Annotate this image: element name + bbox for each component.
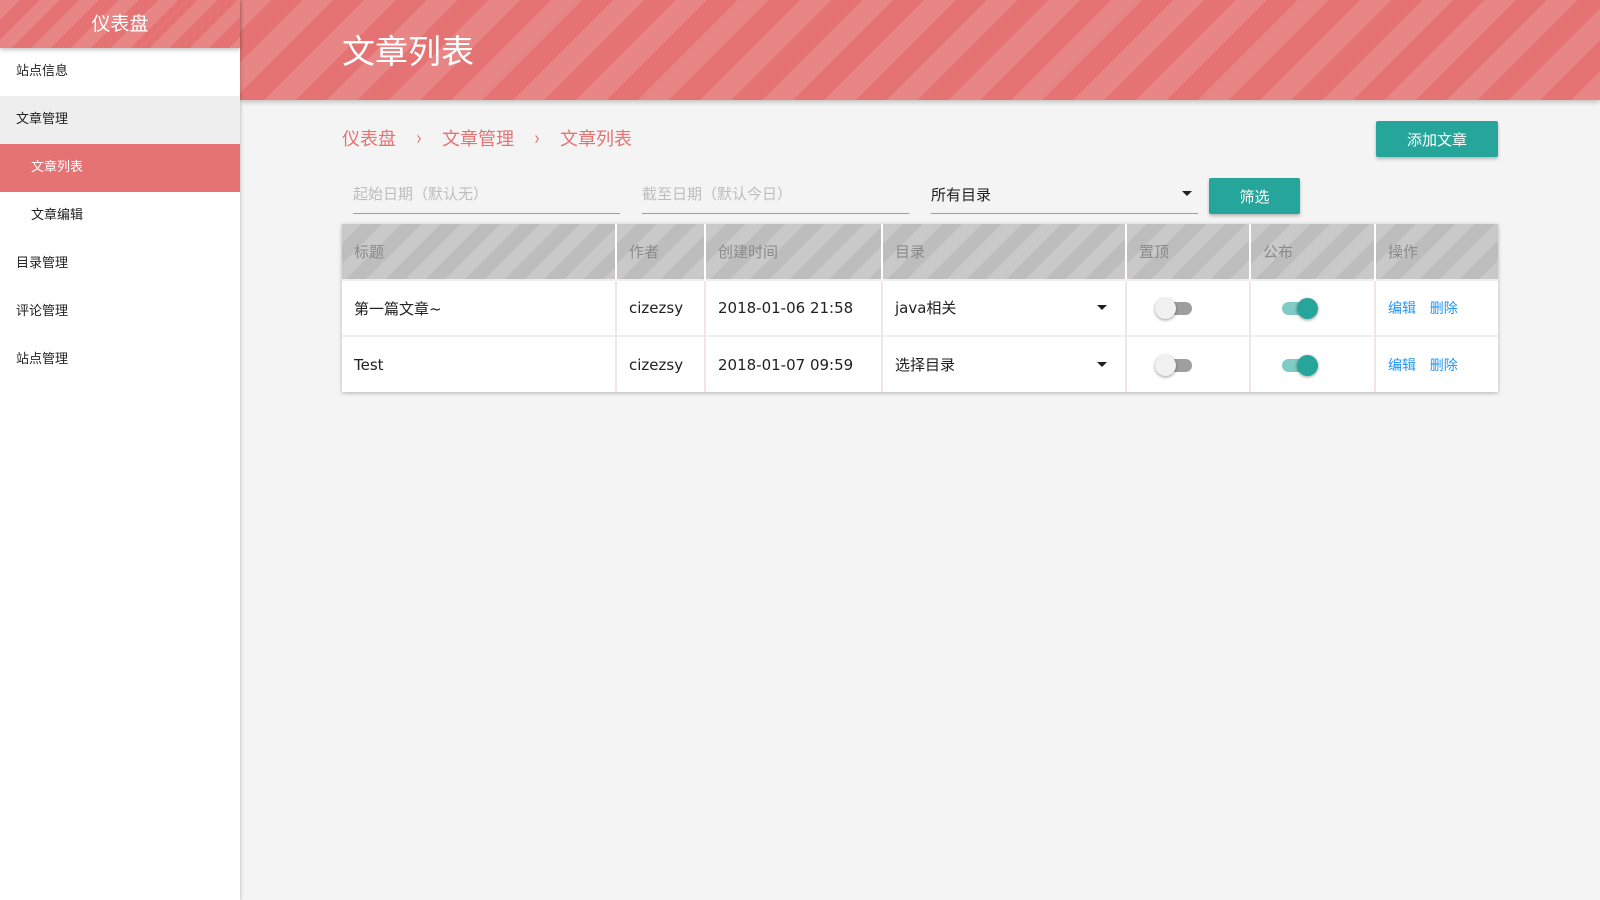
breadcrumb-article-list[interactable]: 文章列表 — [560, 125, 632, 151]
row-category-select[interactable]: 选择目录 — [895, 353, 1125, 377]
breadcrumb-article-management[interactable]: 文章管理 — [442, 125, 514, 151]
delete-link[interactable]: 删除 — [1430, 358, 1458, 374]
caret-down-icon — [1097, 305, 1107, 310]
sidebar: 仪表盘 站点信息 文章管理 文章列表 文章编辑 目录管理 评论管理 站点管理 — [0, 0, 240, 900]
breadcrumb: 仪表盘 › 文章管理 › 文章列表 — [342, 124, 632, 152]
sidebar-item-category-management[interactable]: 目录管理 — [0, 240, 240, 288]
delete-link[interactable]: 删除 — [1430, 301, 1458, 317]
pin-toggle[interactable] — [1155, 353, 1193, 377]
cell-author: cizezsy — [616, 335, 706, 392]
sidebar-item-article-management[interactable]: 文章管理 — [0, 96, 240, 144]
start-date-input[interactable] — [353, 176, 620, 212]
column-header-pinned: 置顶 — [1126, 224, 1251, 280]
publish-toggle[interactable] — [1279, 353, 1318, 377]
cell-category: 选择目录 — [882, 335, 1127, 392]
cell-pinned — [1126, 335, 1251, 392]
page-title: 文章列表 — [342, 32, 474, 71]
column-header-author: 作者 — [616, 224, 706, 280]
edit-link[interactable]: 编辑 — [1388, 358, 1416, 374]
publish-toggle[interactable] — [1279, 296, 1318, 320]
column-header-created: 创建时间 — [705, 224, 883, 280]
toggle-thumb — [1155, 298, 1176, 319]
cell-category: java相关 — [882, 279, 1127, 336]
pin-toggle[interactable] — [1155, 296, 1193, 320]
toggle-thumb — [1297, 354, 1318, 376]
cell-created: 2018-01-07 09:59 — [705, 335, 883, 392]
end-date-input[interactable] — [642, 176, 909, 212]
toggle-thumb — [1297, 298, 1318, 319]
row-category-value: java相关 — [895, 299, 957, 317]
edit-link[interactable]: 编辑 — [1388, 301, 1416, 317]
breadcrumb-dashboard[interactable]: 仪表盘 — [342, 125, 396, 151]
caret-down-icon — [1097, 361, 1107, 367]
cell-published — [1250, 335, 1376, 392]
sidebar-item-article-edit[interactable]: 文章编辑 — [0, 192, 240, 240]
caret-down-icon — [1182, 191, 1192, 196]
chevron-right-icon: › — [534, 126, 540, 150]
sidebar-title[interactable]: 仪表盘 — [0, 0, 240, 48]
category-select[interactable]: 所有目录 — [931, 176, 1198, 214]
cell-title: Test — [342, 335, 617, 392]
cell-author: cizezsy — [616, 279, 706, 336]
column-header-published: 公布 — [1250, 224, 1376, 280]
sidebar-item-comment-management[interactable]: 评论管理 — [0, 288, 240, 336]
column-header-category: 目录 — [882, 224, 1127, 280]
column-header-title: 标题 — [342, 224, 617, 280]
chevron-right-icon: › — [416, 126, 422, 150]
table-row: 第一篇文章~ cizezsy 2018-01-06 21:58 java相关 编… — [342, 279, 1498, 336]
filter-button[interactable]: 筛选 — [1209, 178, 1300, 214]
header-banner: 文章列表 — [240, 0, 1600, 100]
cell-title: 第一篇文章~ — [342, 279, 617, 336]
sidebar-item-article-list[interactable]: 文章列表 — [0, 144, 240, 192]
table-row: Test cizezsy 2018-01-07 09:59 选择目录 编辑 删除 — [342, 335, 1498, 392]
row-category-select[interactable]: java相关 — [895, 296, 1125, 320]
add-article-button[interactable]: 添加文章 — [1376, 121, 1498, 157]
cell-created: 2018-01-06 21:58 — [705, 279, 883, 336]
column-header-actions: 操作 — [1375, 224, 1498, 280]
cell-actions: 编辑 删除 — [1375, 279, 1498, 336]
cell-published — [1250, 279, 1376, 336]
sidebar-item-site-management[interactable]: 站点管理 — [0, 336, 240, 384]
row-category-value: 选择目录 — [895, 355, 956, 374]
end-date-field — [642, 176, 909, 214]
cell-pinned — [1126, 279, 1251, 336]
cell-actions: 编辑 删除 — [1375, 335, 1498, 392]
start-date-field — [353, 176, 620, 214]
category-select-value: 所有目录 — [931, 186, 992, 204]
table-header-row: 标题 作者 创建时间 目录 置顶 公布 操作 — [342, 224, 1498, 280]
article-table: 标题 作者 创建时间 目录 置顶 公布 操作 第一篇文章~ cizezsy 20… — [342, 224, 1498, 392]
sidebar-item-site-info[interactable]: 站点信息 — [0, 48, 240, 96]
toggle-thumb — [1155, 354, 1176, 376]
